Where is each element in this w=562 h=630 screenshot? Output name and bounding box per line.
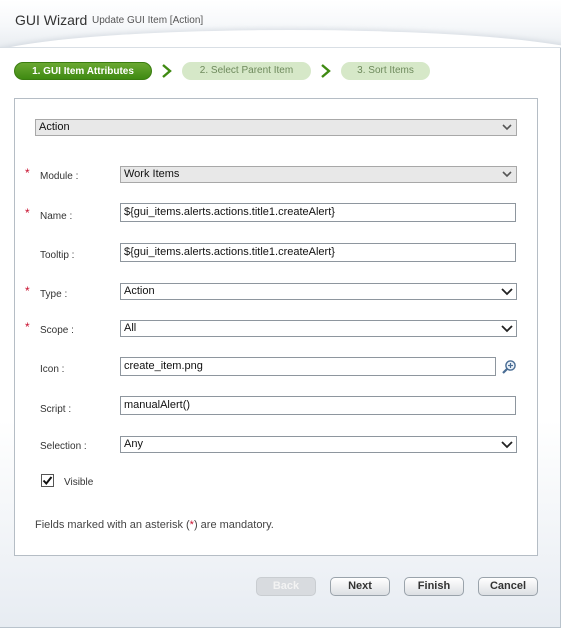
scope-label: Scope : (40, 325, 74, 336)
cancel-button[interactable]: Cancel (478, 577, 538, 596)
selection-value: Any (124, 438, 143, 450)
mandatory-note-prefix: Fields marked with an asterisk ( (35, 519, 190, 531)
chevron-right-icon (162, 64, 172, 78)
visible-checkbox[interactable] (41, 474, 54, 487)
required-marker: * (25, 284, 30, 298)
script-input[interactable]: manualAlert() (120, 396, 516, 415)
name-label: Name : (40, 211, 73, 222)
selection-select[interactable]: Any (120, 436, 517, 453)
zoom-search-icon[interactable] (501, 359, 517, 375)
wizard-header: GUI Wizard Update GUI Item [Action] (0, 0, 561, 48)
selection-label: Selection : (40, 441, 87, 452)
chevron-down-icon (501, 288, 513, 296)
required-marker: * (25, 206, 30, 220)
type-value: Action (124, 285, 155, 297)
wizard-title: GUI Wizard (15, 12, 88, 28)
attributes-panel: Action * Module : Work Items * Name : ${… (14, 98, 538, 556)
chevron-down-icon (502, 171, 512, 178)
scope-select[interactable]: All (120, 320, 517, 337)
item-type-value: Action (39, 121, 70, 133)
checkmark-icon (42, 476, 53, 486)
mandatory-note: Fields marked with an asterisk (*) are m… (35, 519, 274, 531)
module-value: Work Items (124, 168, 180, 180)
chevron-down-icon (501, 441, 513, 449)
mandatory-note-suffix: ) are mandatory. (193, 519, 274, 531)
icon-input[interactable]: create_item.png (120, 357, 496, 376)
tooltip-label: Tooltip : (40, 250, 75, 261)
wizard-subtitle: Update GUI Item [Action] (92, 15, 204, 26)
step-sort-items[interactable]: 3. Sort Items (341, 62, 430, 80)
header-decoration (0, 30, 561, 47)
scope-value: All (124, 322, 137, 334)
required-marker: * (25, 166, 30, 180)
finish-button[interactable]: Finish (404, 577, 464, 596)
chevron-right-icon (321, 64, 331, 78)
module-label: Module : (40, 171, 79, 182)
chevron-down-icon (501, 325, 513, 333)
step-select-parent-item[interactable]: 2. Select Parent Item (182, 62, 311, 80)
visible-label: Visible (64, 477, 94, 488)
name-input[interactable]: ${gui_items.alerts.actions.title1.create… (120, 203, 516, 222)
tooltip-input[interactable]: ${gui_items.alerts.actions.title1.create… (120, 243, 516, 262)
type-select[interactable]: Action (120, 283, 517, 300)
required-marker: * (25, 320, 30, 334)
script-label: Script : (40, 404, 72, 415)
wizard-window: GUI Wizard Update GUI Item [Action] 1. G… (0, 0, 561, 628)
back-button[interactable]: Back (256, 577, 316, 596)
icon-label: Icon : (40, 364, 65, 375)
type-label: Type : (40, 289, 68, 300)
next-button[interactable]: Next (330, 577, 390, 596)
step-gui-item-attributes[interactable]: 1. GUI Item Attributes (14, 62, 152, 80)
item-type-select[interactable]: Action (35, 119, 517, 136)
module-select[interactable]: Work Items (120, 166, 517, 183)
chevron-down-icon (502, 124, 512, 131)
